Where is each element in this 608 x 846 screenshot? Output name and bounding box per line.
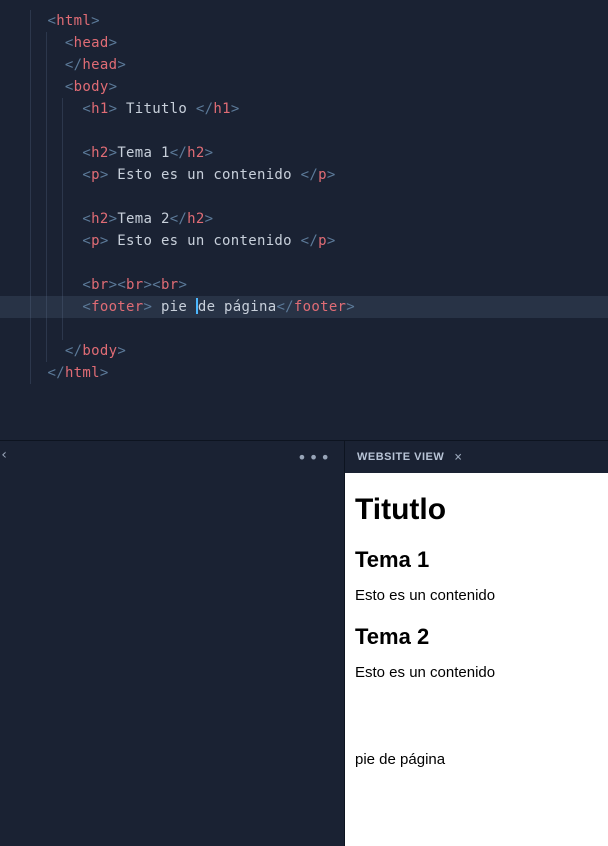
code-line[interactable]: <html> [0,10,608,32]
code-line[interactable]: <footer> pie de página</footer> [0,296,608,318]
preview-area: Titutlo Tema 1 Esto es un contenido Tema… [345,473,608,846]
preview-h2-1: Tema 1 [355,547,598,573]
preview-h1: Titutlo [355,493,598,527]
chevron-left-icon[interactable]: ‹ [0,447,8,463]
more-icon[interactable]: ••• [297,448,332,467]
code-line[interactable] [0,186,608,208]
preview-p-1: Esto es un contenido [355,587,598,604]
code-editor[interactable]: <html> <head> </head> <body> <h1> Titutl… [0,0,608,440]
code-line[interactable]: </body> [0,340,608,362]
code-line[interactable]: <h1> Titutlo </h1> [0,98,608,120]
code-line[interactable]: </head> [0,54,608,76]
code-line[interactable]: <p> Esto es un contenido </p> [0,230,608,252]
preview-h2-2: Tema 2 [355,624,598,650]
close-icon[interactable]: × [454,450,462,465]
code-line[interactable]: <br><br><br> [0,274,608,296]
website-view-panel: WEBSITE VIEW × Titutlo Tema 1 Esto es un… [344,441,608,846]
preview-spacing [355,701,598,751]
code-line[interactable] [0,252,608,274]
code-line[interactable]: <head> [0,32,608,54]
code-line[interactable]: <h2>Tema 2</h2> [0,208,608,230]
preview-p-2: Esto es un contenido [355,664,598,681]
tab-website-view[interactable]: WEBSITE VIEW [357,451,444,463]
preview-footer: pie de página [355,751,598,768]
code-line[interactable]: <body> [0,76,608,98]
left-panel: ‹ ••• [0,441,344,846]
code-line[interactable]: <p> Esto es un contenido </p> [0,164,608,186]
code-line[interactable] [0,318,608,340]
code-line[interactable]: </html> [0,362,608,384]
code-line[interactable]: <h2>Tema 1</h2> [0,142,608,164]
tab-bar: WEBSITE VIEW × [345,441,608,473]
code-line[interactable] [0,120,608,142]
